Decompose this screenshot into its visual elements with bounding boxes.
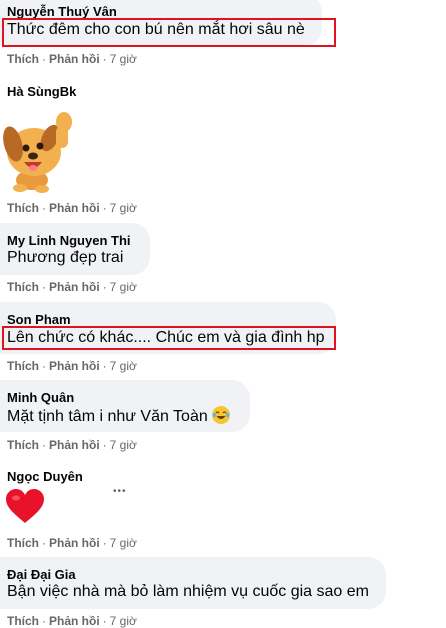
dog-waving-sticker[interactable] <box>2 108 74 194</box>
comment-actions: Thích · Phản hồi · 7 giờ <box>7 614 137 628</box>
timestamp[interactable]: 7 giờ <box>110 280 137 294</box>
comment-author[interactable]: Nguyễn Thuý Vân <box>7 4 117 19</box>
comment-author[interactable]: Ngọc Duyên <box>7 469 83 484</box>
comment-actions: Thích · Phản hồi · 7 giờ <box>7 52 137 66</box>
comment-text: Mặt tịnh tâm i như Văn Toàn <box>7 406 230 426</box>
comment-text: Bận việc nhà mà bỏ làm nhiệm vụ cuốc gia… <box>7 583 369 600</box>
timestamp[interactable]: 7 giờ <box>110 201 137 215</box>
like-button[interactable]: Thích <box>7 359 39 373</box>
like-button[interactable]: Thích <box>7 614 39 628</box>
comment-actions: Thích · Phản hồi · 7 giờ <box>7 438 137 452</box>
like-button[interactable]: Thích <box>7 201 39 215</box>
comment-author[interactable]: Hà SùngBk <box>7 84 76 99</box>
comment-text: Phương đẹp trai <box>7 249 124 266</box>
reply-button[interactable]: Phản hồi <box>49 359 100 373</box>
comment-author[interactable]: My Linh Nguyen Thi <box>7 233 131 248</box>
timestamp[interactable]: 7 giờ <box>110 614 137 628</box>
red-heart-icon[interactable] <box>5 489 45 525</box>
like-button[interactable]: Thích <box>7 280 39 294</box>
comment-author[interactable]: Son Pham <box>7 312 71 327</box>
timestamp[interactable]: 7 giờ <box>110 359 137 373</box>
like-button[interactable]: Thích <box>7 52 39 66</box>
timestamp[interactable]: 7 giờ <box>110 52 137 66</box>
laughing-tears-emoji <box>211 406 230 424</box>
comment-actions: Thích · Phản hồi · 7 giờ <box>7 201 137 215</box>
reply-button[interactable]: Phản hồi <box>49 280 100 294</box>
highlight-box <box>2 326 336 350</box>
reply-button[interactable]: Phản hồi <box>49 438 100 452</box>
timestamp[interactable]: 7 giờ <box>110 438 137 452</box>
reply-button[interactable]: Phản hồi <box>49 201 100 215</box>
reply-button[interactable]: Phản hồi <box>49 536 100 550</box>
like-button[interactable]: Thích <box>7 536 39 550</box>
more-options-icon[interactable]: ••• <box>113 486 127 497</box>
comment-actions: Thích · Phản hồi · 7 giờ <box>7 536 137 550</box>
comment-actions: Thích · Phản hồi · 7 giờ <box>7 280 137 294</box>
comment-author[interactable]: Minh Quân <box>7 390 74 405</box>
like-button[interactable]: Thích <box>7 438 39 452</box>
timestamp[interactable]: 7 giờ <box>110 536 137 550</box>
highlight-box <box>2 18 336 47</box>
reply-button[interactable]: Phản hồi <box>49 614 100 628</box>
comment-actions: Thích · Phản hồi · 7 giờ <box>7 359 137 373</box>
reply-button[interactable]: Phản hồi <box>49 52 100 66</box>
comment-author[interactable]: Đại Đại Gia <box>7 567 76 582</box>
